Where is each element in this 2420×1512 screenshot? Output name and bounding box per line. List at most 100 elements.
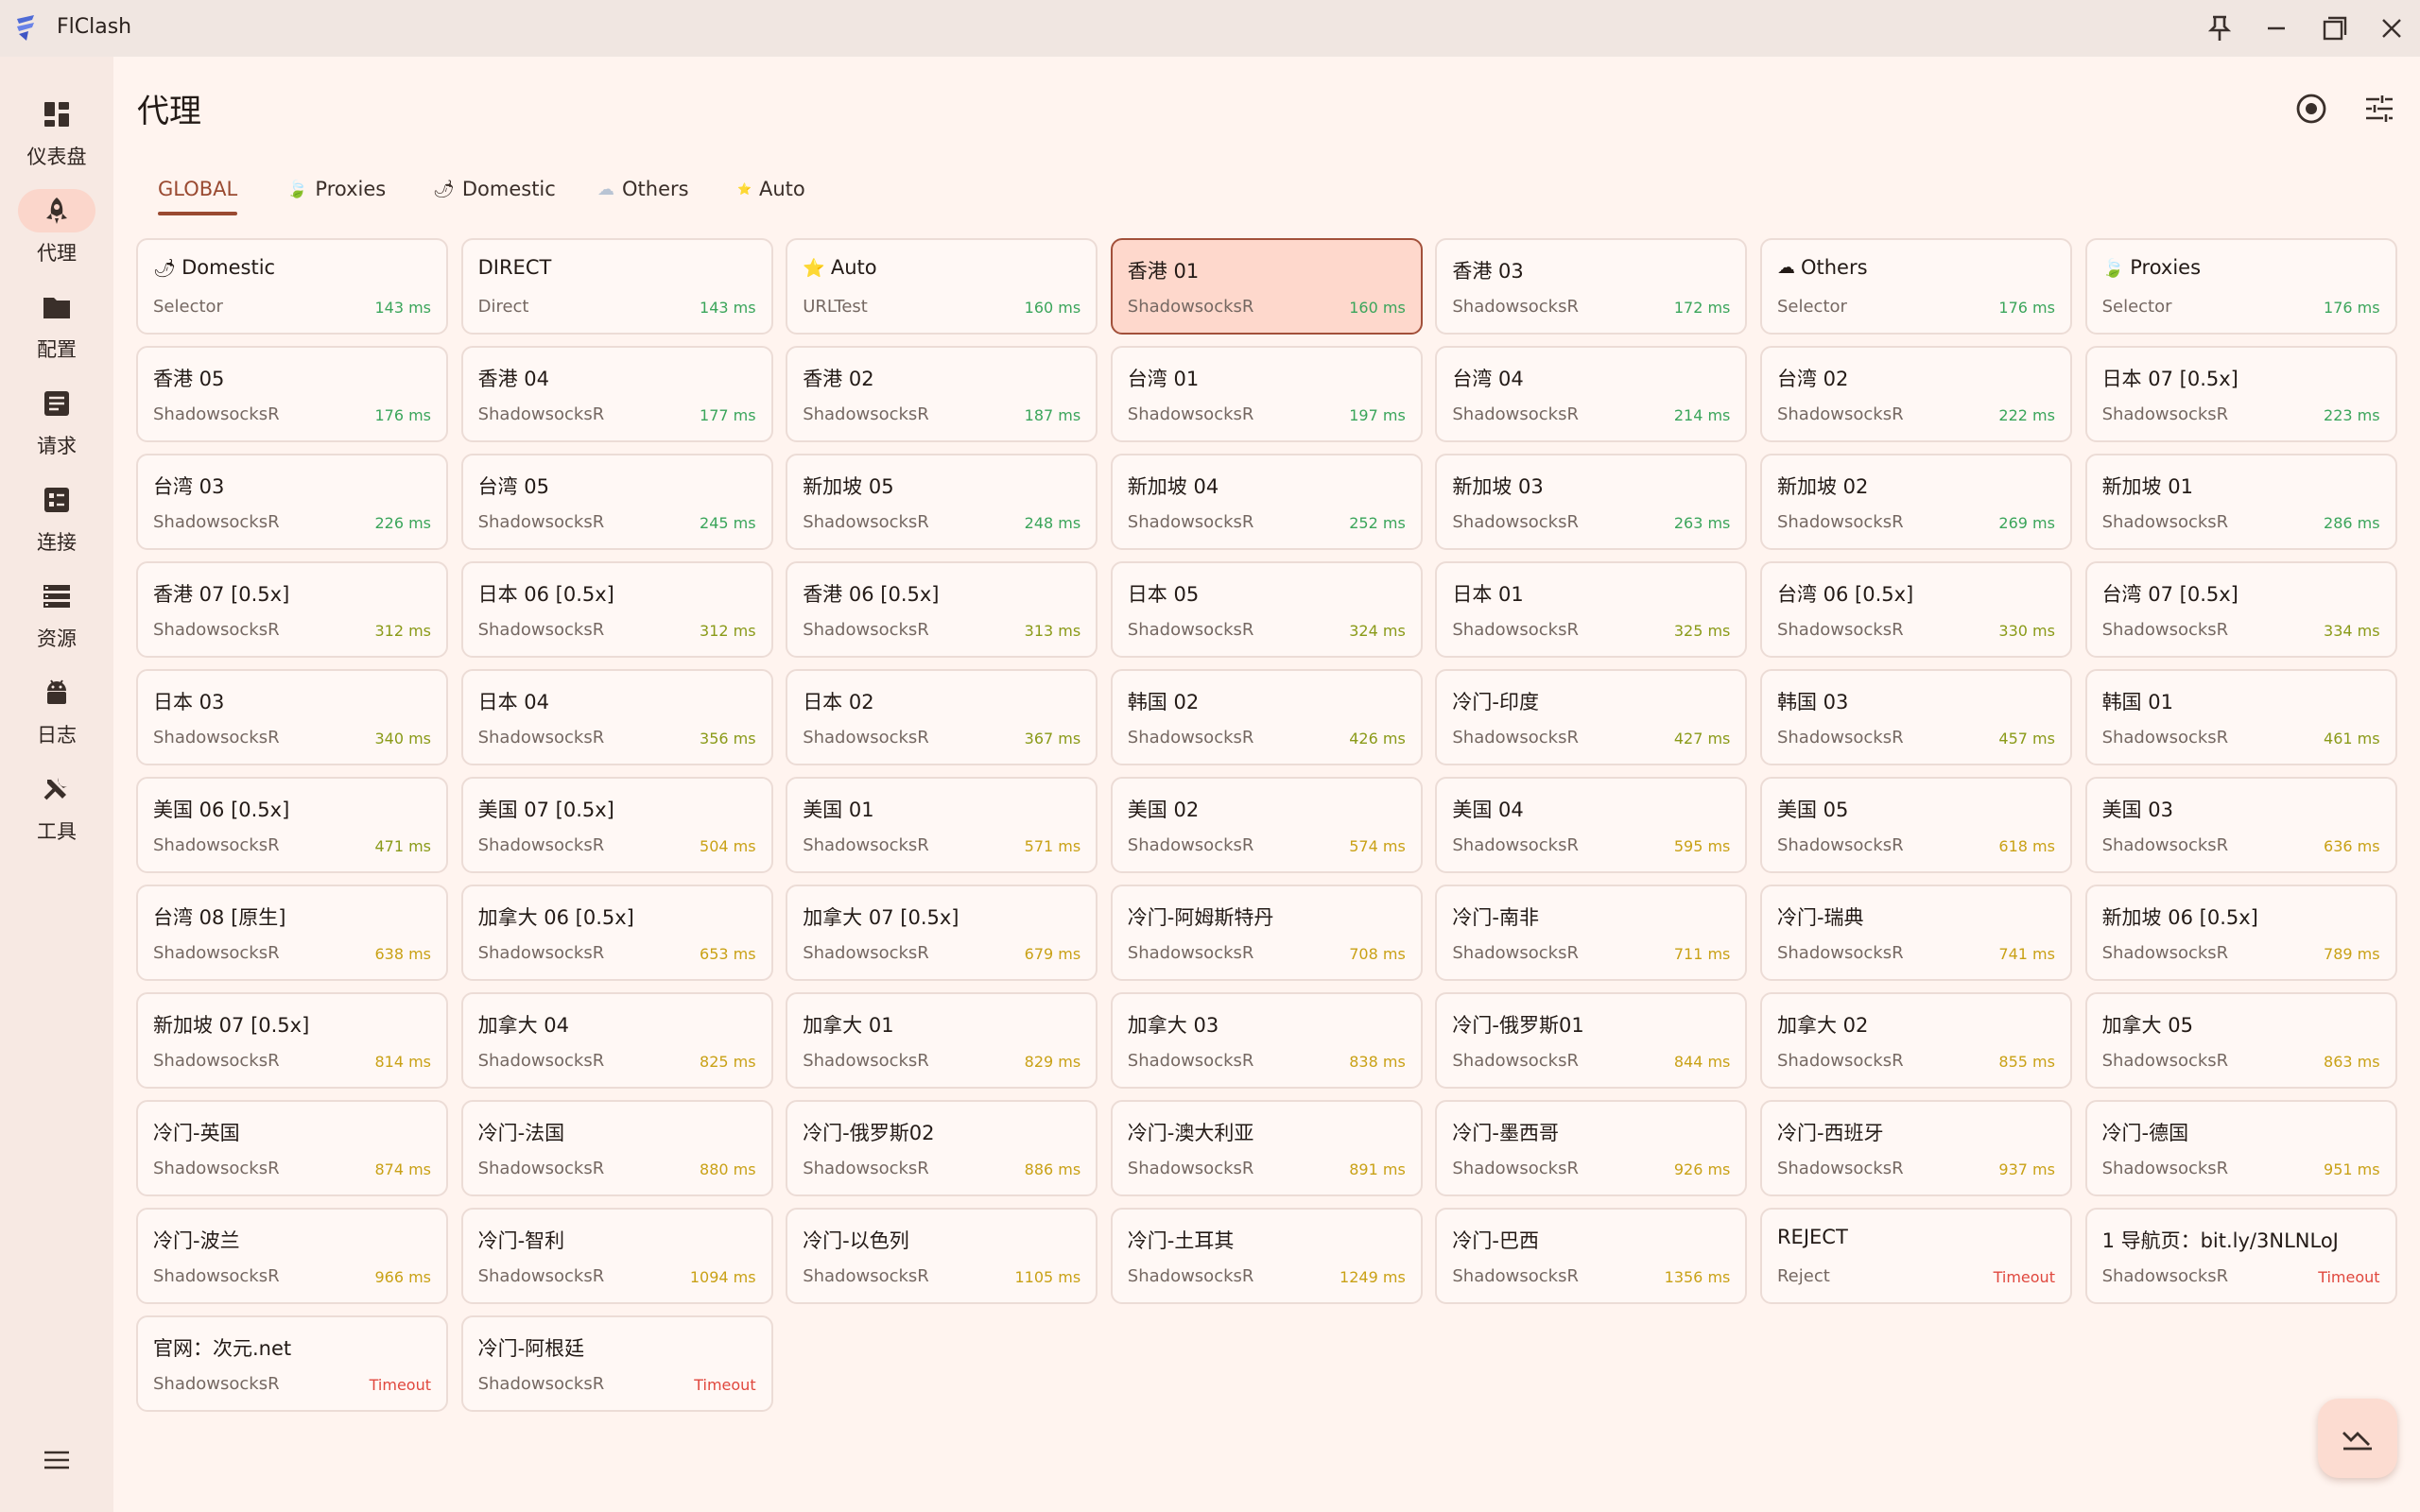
proxy-card[interactable]: 美国 01 ShadowsocksR 571 ms [786,777,1098,873]
proxy-card[interactable]: 香港 02 ShadowsocksR 187 ms [786,346,1098,442]
pin-icon [2207,15,2232,41]
maximize-button[interactable] [2316,9,2354,47]
proxy-card[interactable]: 台湾 08 [原生] ShadowsocksR 638 ms [136,885,448,981]
proxy-card[interactable]: 1 导航页：bit.ly/3NLNLoJ ShadowsocksR Timeout [2084,1208,2397,1304]
proxy-card[interactable]: 美国 02 ShadowsocksR 574 ms [1110,777,1423,873]
proxy-card[interactable]: 冷门-俄罗斯01 ShadowsocksR 844 ms [1435,992,1748,1089]
pin-button[interactable] [2201,9,2238,47]
proxy-card[interactable]: 加拿大 05 ShadowsocksR 863 ms [2084,992,2397,1089]
proxy-card[interactable]: 🍃 Proxies Selector 176 ms [2084,238,2397,335]
proxy-card[interactable]: 美国 06 [0.5x] ShadowsocksR 471 ms [136,777,448,873]
proxy-card[interactable]: 新加坡 01 ShadowsocksR 286 ms [2084,454,2397,550]
proxy-card[interactable]: 冷门-西班牙 ShadowsocksR 937 ms [1759,1100,2072,1196]
proxy-card[interactable]: 韩国 02 ShadowsocksR 426 ms [1110,669,1423,765]
proxy-card[interactable]: 新加坡 06 [0.5x] ShadowsocksR 789 ms [2084,885,2397,981]
proxy-card[interactable]: 台湾 03 ShadowsocksR 226 ms [136,454,448,550]
dashboard-icon [44,102,69,127]
proxy-card[interactable]: 新加坡 04 ShadowsocksR 252 ms [1110,454,1423,550]
proxy-card[interactable]: 美国 05 ShadowsocksR 618 ms [1759,777,2072,873]
sidebar-item-resources[interactable]: 资源 [0,575,113,665]
proxy-card[interactable]: 台湾 01 ShadowsocksR 197 ms [1110,346,1423,442]
proxy-card[interactable]: 香港 06 [0.5x] ShadowsocksR 313 ms [786,561,1098,658]
tab-proxies[interactable]: 🍃 Proxies [286,161,386,217]
proxy-card[interactable]: 日本 04 ShadowsocksR 356 ms [460,669,773,765]
proxy-card[interactable]: 冷门-印度 ShadowsocksR 427 ms [1435,669,1748,765]
proxy-card[interactable]: 冷门-智利 ShadowsocksR 1094 ms [460,1208,773,1304]
sidebar-item-proxy[interactable]: 代理 [0,189,113,280]
proxy-card[interactable]: 香港 01 ShadowsocksR 160 ms [1110,238,1423,335]
proxy-card[interactable]: 日本 02 ShadowsocksR 367 ms [786,669,1098,765]
proxy-card[interactable]: 新加坡 05 ShadowsocksR 248 ms [786,454,1098,550]
proxy-card[interactable]: 香港 03 ShadowsocksR 172 ms [1435,238,1748,335]
proxy-card[interactable]: 冷门-墨西哥 ShadowsocksR 926 ms [1435,1100,1748,1196]
proxy-card[interactable]: 香港 07 [0.5x] ShadowsocksR 312 ms [136,561,448,658]
proxy-delay: Timeout [2318,1268,2380,1286]
proxy-card[interactable]: 加拿大 02 ShadowsocksR 855 ms [1759,992,2072,1089]
proxy-card[interactable]: 冷门-法国 ShadowsocksR 880 ms [460,1100,773,1196]
proxy-card[interactable]: 日本 07 [0.5x] ShadowsocksR 223 ms [2084,346,2397,442]
proxy-card[interactable]: 香港 05 ShadowsocksR 176 ms [136,346,448,442]
proxy-card[interactable]: 加拿大 03 ShadowsocksR 838 ms [1110,992,1423,1089]
proxy-card[interactable]: 新加坡 07 [0.5x] ShadowsocksR 814 ms [136,992,448,1089]
proxy-card[interactable]: 冷门-阿根廷 ShadowsocksR Timeout [460,1315,773,1412]
proxy-card[interactable]: 冷门-瑞典 ShadowsocksR 741 ms [1759,885,2072,981]
proxy-name-text: 香港 04 [477,368,549,390]
sidebar-item-dashboard[interactable]: 仪表盘 [0,93,113,183]
proxy-card[interactable]: ☁ Others Selector 176 ms [1759,238,2072,335]
proxy-card[interactable]: DIRECT Direct 143 ms [460,238,773,335]
proxy-card[interactable]: 加拿大 07 [0.5x] ShadowsocksR 679 ms [786,885,1098,981]
proxy-card[interactable]: 日本 06 [0.5x] ShadowsocksR 312 ms [460,561,773,658]
proxy-name-text: 台湾 08 [原生] [153,906,286,929]
proxy-card[interactable]: 冷门-波兰 ShadowsocksR 966 ms [136,1208,448,1304]
proxy-card[interactable]: 香港 04 ShadowsocksR 177 ms [460,346,773,442]
proxy-card[interactable]: 台湾 02 ShadowsocksR 222 ms [1759,346,2072,442]
close-button[interactable] [2373,9,2411,47]
latency-test-button[interactable] [2318,1399,2397,1478]
proxy-card[interactable]: 加拿大 04 ShadowsocksR 825 ms [460,992,773,1089]
proxy-card[interactable]: 官网：次元.net ShadowsocksR Timeout [136,1315,448,1412]
proxy-card[interactable]: ⭐ Auto URLTest 160 ms [786,238,1098,335]
sidebar-item-tools[interactable]: 工具 [0,767,113,858]
proxy-card[interactable]: 冷门-巴西 ShadowsocksR 1356 ms [1435,1208,1748,1304]
proxy-card[interactable]: 美国 03 ShadowsocksR 636 ms [2084,777,2397,873]
proxy-card[interactable]: 新加坡 03 ShadowsocksR 263 ms [1435,454,1748,550]
proxy-card[interactable]: 台湾 04 ShadowsocksR 214 ms [1435,346,1748,442]
proxy-card[interactable]: 冷门-俄罗斯02 ShadowsocksR 886 ms [786,1100,1098,1196]
proxy-card[interactable]: 美国 04 ShadowsocksR 595 ms [1435,777,1748,873]
proxy-card[interactable]: 🌶 Domestic Selector 143 ms [136,238,448,335]
tab-auto[interactable]: ⭐ Auto [737,161,805,217]
proxy-card[interactable]: 加拿大 01 ShadowsocksR 829 ms [786,992,1098,1089]
proxy-card[interactable]: 日本 01 ShadowsocksR 325 ms [1435,561,1748,658]
proxy-card[interactable]: 冷门-德国 ShadowsocksR 951 ms [2084,1100,2397,1196]
proxy-card[interactable]: 日本 05 ShadowsocksR 324 ms [1110,561,1423,658]
proxy-card[interactable]: 日本 03 ShadowsocksR 340 ms [136,669,448,765]
settings-button[interactable] [2359,88,2400,129]
proxy-card[interactable]: 台湾 06 [0.5x] ShadowsocksR 330 ms [1759,561,2072,658]
proxy-card[interactable]: 冷门-以色列 ShadowsocksR 1105 ms [786,1208,1098,1304]
tab-domestic[interactable]: 🌶 Domestic [433,161,556,217]
sidebar-item-profiles[interactable]: 配置 [0,285,113,376]
proxy-card[interactable]: 美国 07 [0.5x] ShadowsocksR 504 ms [460,777,773,873]
proxy-card[interactable]: 加拿大 06 [0.5x] ShadowsocksR 653 ms [460,885,773,981]
proxy-card[interactable]: 韩国 01 ShadowsocksR 461 ms [2084,669,2397,765]
proxy-delay: 334 ms [2324,622,2380,640]
proxy-card[interactable]: 冷门-土耳其 ShadowsocksR 1249 ms [1110,1208,1423,1304]
sidebar-item-logs[interactable]: 日志 [0,671,113,762]
menu-button[interactable] [38,1441,76,1479]
sidebar-item-requests[interactable]: 请求 [0,382,113,472]
proxy-card[interactable]: REJECT Reject Timeout [1759,1208,2072,1304]
tab-others[interactable]: ☁ Others [597,161,689,217]
proxy-card[interactable]: 台湾 07 [0.5x] ShadowsocksR 334 ms [2084,561,2397,658]
proxy-card[interactable]: 韩国 03 ShadowsocksR 457 ms [1759,669,2072,765]
proxy-card[interactable]: 冷门-英国 ShadowsocksR 874 ms [136,1100,448,1196]
sidebar-item-connections[interactable]: 连接 [0,478,113,569]
proxy-card[interactable]: 冷门-南非 ShadowsocksR 711 ms [1435,885,1748,981]
tab-global[interactable]: GLOBAL [158,161,237,217]
locate-button[interactable] [2290,88,2332,129]
minimize-button[interactable] [2257,9,2295,47]
proxy-card[interactable]: 冷门-阿姆斯特丹 ShadowsocksR 708 ms [1110,885,1423,981]
proxy-card[interactable]: 台湾 05 ShadowsocksR 245 ms [460,454,773,550]
proxy-card[interactable]: 新加坡 02 ShadowsocksR 269 ms [1759,454,2072,550]
proxy-card[interactable]: 冷门-澳大利亚 ShadowsocksR 891 ms [1110,1100,1423,1196]
proxy-type: ShadowsocksR [1776,1159,1904,1178]
